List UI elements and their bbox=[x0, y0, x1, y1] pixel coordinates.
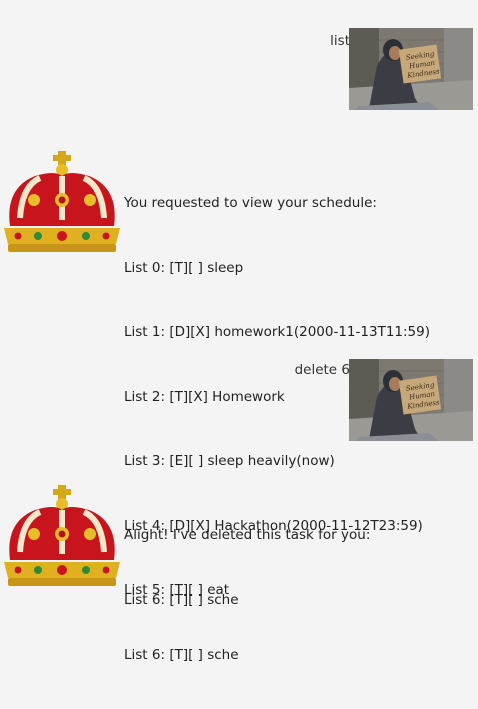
user-message-text: delete 6 bbox=[294, 362, 350, 378]
bot-message-row: Alight! I've deleted this task for you: … bbox=[0, 460, 478, 615]
user-avatar-photo: Seeking Human Kindness bbox=[349, 28, 473, 110]
schedule-item: List 6: [T][ ] sche bbox=[124, 591, 239, 608]
user-avatar-photo: Seeking Human Kindness bbox=[349, 359, 473, 441]
schedule-item: List 0: [T][ ] sleep bbox=[124, 259, 244, 276]
user-message-row: delete 6 Seeking Human Kindness bbox=[0, 330, 478, 460]
bot-message-row: You requested to view your schedule: Lis… bbox=[0, 120, 478, 663]
user-message-text: list bbox=[330, 33, 350, 49]
bot-message-text: Alight! I've deleted this task for you: … bbox=[124, 482, 370, 654]
crown-icon bbox=[0, 148, 124, 260]
message-line: Alight! I've deleted this task for you: bbox=[124, 527, 371, 543]
user-message-row: list Seeking Human Kindness bbox=[0, 0, 478, 120]
message-line: You requested to view your schedule: bbox=[124, 195, 377, 211]
crown-icon bbox=[0, 482, 124, 594]
